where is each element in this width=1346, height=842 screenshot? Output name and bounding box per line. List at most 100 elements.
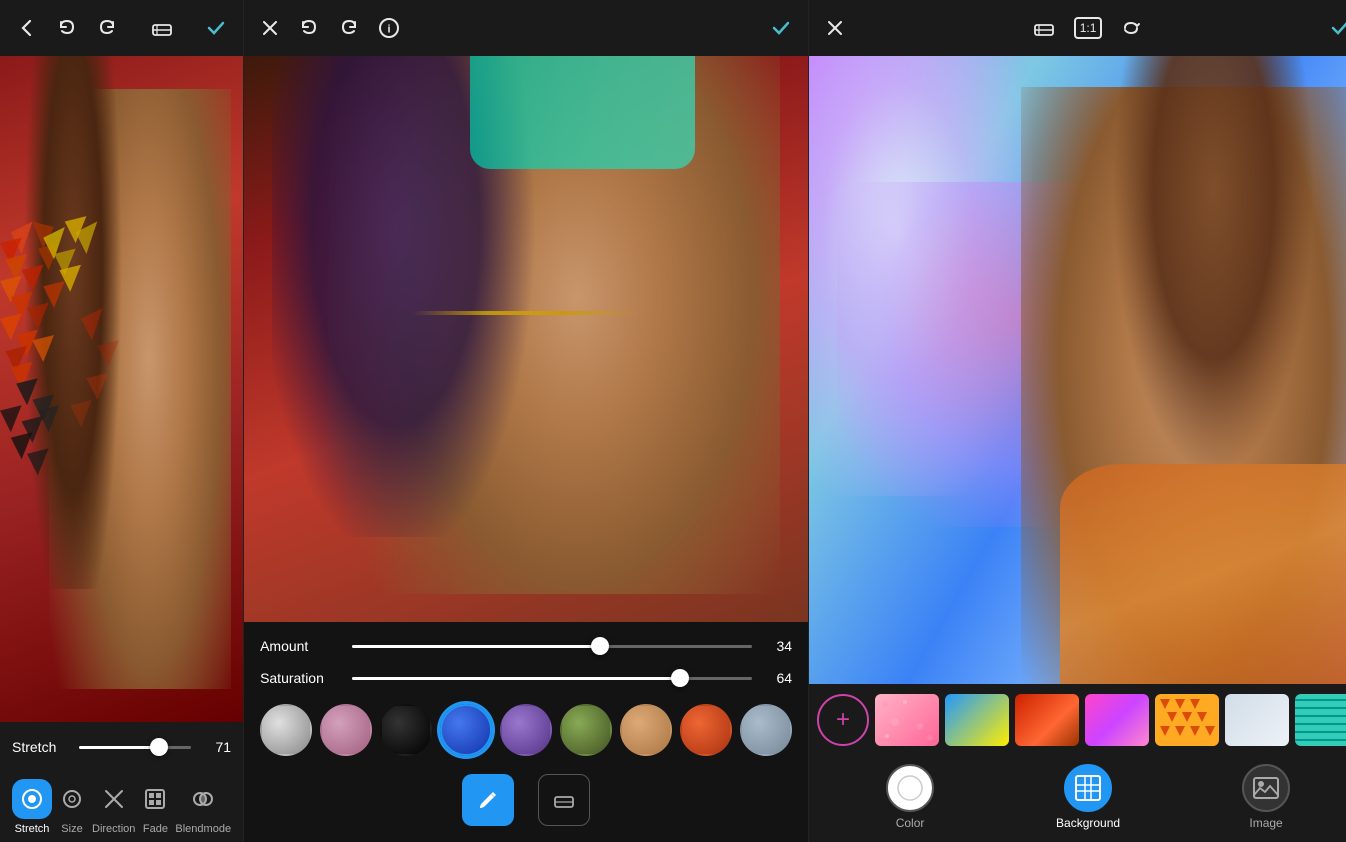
panel-stretch: Stretch 71 Stretch	[0, 0, 244, 842]
eraser-icon-3	[1032, 17, 1056, 39]
background-type-icon	[1064, 764, 1112, 812]
swatch-blue[interactable]	[440, 704, 492, 756]
topbar-3: 1:1	[809, 0, 1346, 56]
swatch-silver[interactable]	[260, 704, 312, 756]
color-type-icon	[886, 764, 934, 812]
stretch-slider-track[interactable]	[79, 746, 191, 749]
stretch-slider-row: Stretch 71	[12, 722, 231, 772]
eraser-tool-button[interactable]	[538, 774, 590, 826]
image-area-2	[244, 56, 808, 622]
bg-type-background[interactable]: Background	[1056, 764, 1120, 830]
close-button-2[interactable]	[260, 18, 280, 38]
redo-button[interactable]	[96, 17, 118, 39]
thumb-pink-purple[interactable]	[1085, 694, 1149, 746]
eraser-button-3[interactable]	[1032, 17, 1056, 39]
background-icon-svg	[1073, 773, 1103, 803]
ratio-button[interactable]: 1:1	[1074, 17, 1103, 39]
amount-value: 34	[764, 638, 792, 654]
image-icon-svg	[1251, 773, 1281, 803]
swatch-grayblue[interactable]	[740, 704, 792, 756]
thumb-tri-pattern	[1155, 694, 1219, 746]
bottom-bar-1: Stretch 71 Stretch	[0, 722, 243, 842]
confirm-button-2[interactable]	[770, 17, 792, 39]
refresh-button[interactable]	[1120, 17, 1142, 39]
swatch-mauve[interactable]	[320, 704, 372, 756]
hair-3	[1088, 56, 1339, 496]
bottom-bar-2: Amount 34 Saturation 64	[244, 622, 808, 842]
thumb-blue-yellow[interactable]	[945, 694, 1009, 746]
add-background-button[interactable]: +	[817, 694, 869, 746]
confirm-button-1[interactable]	[205, 17, 227, 39]
teal-element	[470, 56, 696, 169]
swatch-orange[interactable]	[680, 704, 732, 756]
stretch-label: Stretch	[12, 739, 67, 755]
saturation-thumb[interactable]	[671, 669, 689, 687]
stretch-icon	[12, 779, 52, 819]
color-swatches	[244, 694, 808, 766]
redo-button-2[interactable]	[338, 17, 360, 39]
bg-type-color[interactable]: Color	[886, 764, 934, 830]
fade-icon	[135, 779, 175, 819]
undo-button-2[interactable]	[298, 17, 320, 39]
confirm-button-3[interactable]	[1329, 17, 1346, 39]
stretch-value: 71	[203, 739, 231, 755]
saturation-track[interactable]	[352, 677, 752, 680]
back-button[interactable]	[16, 17, 38, 39]
clothing-3	[1060, 464, 1346, 684]
undo-icon-2	[298, 17, 320, 39]
swatch-purple[interactable]	[500, 704, 552, 756]
tool-size[interactable]: Size	[52, 779, 92, 835]
tool-blendmode[interactable]: Blendmode	[175, 779, 231, 835]
swatch-olive[interactable]	[560, 704, 612, 756]
topbar-left-1	[16, 17, 118, 39]
bg-type-image[interactable]: Image	[1242, 764, 1290, 830]
refresh-icon	[1120, 17, 1142, 39]
eraser-button-1[interactable]	[150, 17, 174, 39]
redo-icon-2	[338, 17, 360, 39]
stretch-svg	[20, 787, 44, 811]
size-svg	[60, 787, 84, 811]
topbar-2: i	[244, 0, 808, 56]
info-button[interactable]: i	[378, 17, 400, 39]
swatch-black[interactable]	[380, 704, 432, 756]
tool-stretch[interactable]: Stretch	[12, 779, 52, 835]
saturation-label: Saturation	[260, 670, 340, 686]
panel-background: 1:1	[809, 0, 1346, 842]
size-label-tool: Size	[61, 823, 82, 835]
direction-label-tool: Direction	[92, 823, 135, 835]
image-type-icon	[1242, 764, 1290, 812]
blendmode-icon	[183, 779, 223, 819]
stretch-slider-fill	[79, 746, 159, 749]
panel-color: i Amount	[244, 0, 809, 842]
size-icon	[52, 779, 92, 819]
topbar-right-2	[770, 17, 792, 39]
thumb-pink-dots[interactable]	[875, 694, 939, 746]
amount-slider-row: Amount 34	[244, 630, 808, 662]
thumb-light[interactable]	[1225, 694, 1289, 746]
direction-svg	[102, 787, 126, 811]
color-circle-icon	[895, 773, 925, 803]
amount-fill	[352, 645, 600, 648]
topbar-right-3	[1329, 17, 1346, 39]
stretch-slider-thumb[interactable]	[150, 738, 168, 756]
tool-fade[interactable]: Fade	[135, 779, 175, 835]
undo-button[interactable]	[56, 17, 78, 39]
thumb-red[interactable]	[1015, 694, 1079, 746]
direction-icon	[94, 779, 134, 819]
photo-3	[809, 56, 1346, 684]
stretch-label-tool: Stretch	[15, 823, 50, 835]
swatch-tan[interactable]	[620, 704, 672, 756]
brush-button[interactable]	[462, 774, 514, 826]
thumb-teal[interactable]	[1295, 694, 1346, 746]
fade-svg	[143, 787, 167, 811]
hair-layer-1	[24, 56, 146, 589]
thumb-triangles[interactable]	[1155, 694, 1219, 746]
amount-track[interactable]	[352, 645, 752, 648]
bg-type-row: Color Background	[809, 756, 1346, 842]
tool-direction[interactable]: Direction	[92, 779, 135, 835]
check-icon-3	[1329, 17, 1346, 39]
info-icon: i	[378, 17, 400, 39]
close-icon-3	[825, 18, 845, 38]
close-button-3[interactable]	[825, 18, 845, 38]
amount-thumb[interactable]	[591, 637, 609, 655]
